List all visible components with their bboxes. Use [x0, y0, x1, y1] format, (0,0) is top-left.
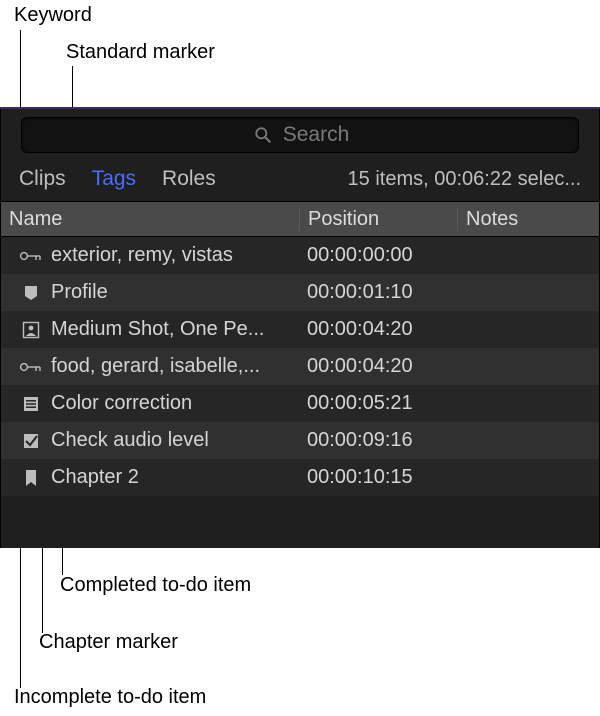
keyword-icon — [19, 357, 43, 377]
table-row[interactable]: Color correction 00:00:05:21 — [1, 385, 599, 422]
search-placeholder: Search — [283, 123, 350, 147]
callout-standard-marker: Standard marker — [66, 41, 215, 64]
column-header-row: Name Position Notes — [1, 201, 599, 237]
table-row[interactable]: Check audio level 00:00:09:16 — [1, 422, 599, 459]
row-label: Medium Shot, One Pe... — [51, 318, 264, 341]
standard-marker-icon — [19, 283, 43, 303]
callout-completed-todo: Completed to-do item — [60, 574, 251, 597]
callout-incomplete-todo: Incomplete to-do item — [14, 686, 206, 709]
row-label: food, gerard, isabelle,... — [51, 355, 260, 378]
callout-chapter-marker: Chapter marker — [39, 631, 178, 654]
row-label: exterior, remy, vistas — [51, 244, 233, 267]
column-header-name[interactable]: Name — [1, 208, 299, 231]
row-position: 00:00:00:00 — [299, 244, 457, 267]
row-position: 00:00:05:21 — [299, 392, 457, 415]
row-position: 00:00:10:15 — [299, 466, 457, 489]
column-header-position[interactable]: Position — [299, 208, 457, 231]
chapter-marker-icon — [19, 468, 43, 488]
search-input[interactable]: Search — [21, 117, 579, 153]
selection-status: 15 items, 00:06:22 selec... — [348, 168, 581, 191]
table-row[interactable]: Profile 00:00:01:10 — [1, 274, 599, 311]
table-row[interactable]: Medium Shot, One Pe... 00:00:04:20 — [1, 311, 599, 348]
tab-clips[interactable]: Clips — [19, 167, 66, 191]
table-body: exterior, remy, vistas 00:00:00:00 Profi… — [1, 237, 599, 496]
row-position: 00:00:09:16 — [299, 429, 457, 452]
incomplete-todo-icon — [19, 394, 43, 414]
row-position: 00:00:04:20 — [299, 355, 457, 378]
search-icon — [251, 125, 275, 145]
row-label: Profile — [51, 281, 108, 304]
tab-row: Clips Tags Roles 15 items, 00:06:22 sele… — [1, 163, 599, 201]
row-label: Color correction — [51, 392, 192, 415]
keyword-icon — [19, 246, 43, 266]
tab-roles[interactable]: Roles — [162, 167, 216, 191]
row-label: Chapter 2 — [51, 466, 139, 489]
table-row[interactable]: exterior, remy, vistas 00:00:00:00 — [1, 237, 599, 274]
row-position: 00:00:01:10 — [299, 281, 457, 304]
completed-todo-icon — [19, 431, 43, 451]
tab-tags[interactable]: Tags — [92, 167, 136, 191]
callout-keyword: Keyword — [14, 4, 92, 27]
row-label: Check audio level — [51, 429, 209, 452]
analysis-keyword-icon — [19, 320, 43, 340]
column-header-notes[interactable]: Notes — [457, 208, 597, 231]
row-position: 00:00:04:20 — [299, 318, 457, 341]
table-row[interactable]: food, gerard, isabelle,... 00:00:04:20 — [1, 348, 599, 385]
timeline-index-panel: Search Clips Tags Roles 15 items, 00:06:… — [0, 107, 600, 548]
table-row[interactable]: Chapter 2 00:00:10:15 — [1, 459, 599, 496]
